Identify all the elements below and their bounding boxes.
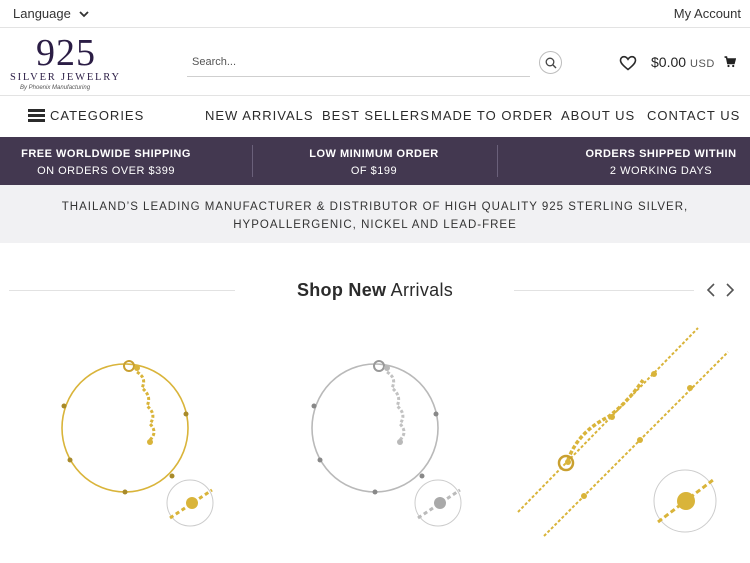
promo-shipping-detail: ON ORDERS OVER $399 <box>37 165 175 177</box>
section-title: Shop New Arrivals <box>0 280 750 301</box>
promo-bar: FREE WORLDWIDE SHIPPING ON ORDERS OVER $… <box>0 137 750 185</box>
cart-amount: $0.00 <box>651 54 687 70</box>
nav-new-arrivals[interactable]: NEW ARRIVALS <box>205 108 314 123</box>
promo-minimum-title: LOW MINIMUM ORDER <box>309 148 439 160</box>
categories-label: CATEGORIES <box>50 108 145 123</box>
cart-summary[interactable]: $0.00 USD <box>651 54 736 70</box>
nav-contact-us[interactable]: CONTACT US <box>647 108 740 123</box>
promo-divider <box>252 145 253 177</box>
search-bar <box>187 50 530 77</box>
promo-dispatch: ORDERS SHIPPED WITHIN 2 WORKING DAYS <box>578 146 744 180</box>
tagline: THAILAND’S LEADING MANUFACTURER & DISTRI… <box>0 185 750 243</box>
section-title-normal: Arrivals <box>390 280 454 300</box>
gold-bracelet-image <box>61 360 214 527</box>
promo-minimum: LOW MINIMUM ORDER OF $199 <box>274 146 474 180</box>
my-account-link[interactable]: My Account <box>674 6 741 21</box>
promo-divider <box>497 145 498 177</box>
nav-best-sellers[interactable]: BEST SELLERS <box>322 108 430 123</box>
search-icon <box>545 57 556 68</box>
product-card-gold-bracelet[interactable] <box>12 322 242 542</box>
cart-currency: USD <box>690 58 715 70</box>
language-selector[interactable]: Language <box>13 6 89 21</box>
nav-made-to-order[interactable]: MADE TO ORDER <box>431 108 553 123</box>
promo-dispatch-detail: 2 WORKING DAYS <box>609 165 713 177</box>
heart-icon[interactable] <box>619 55 637 71</box>
gold-chain-image <box>517 327 729 537</box>
nav-about-us[interactable]: ABOUT US <box>561 108 635 123</box>
product-card-silver-bracelet[interactable] <box>260 322 490 542</box>
carousel-prev-icon[interactable] <box>704 282 718 298</box>
section-title-bold: Shop New <box>296 280 387 300</box>
menu-icon <box>28 109 45 122</box>
logo-subtitle: SILVER JEWELRY <box>10 72 121 83</box>
promo-dispatch-title: ORDERS SHIPPED WITHIN <box>585 148 737 160</box>
promo-shipping-title: FREE WORLDWIDE SHIPPING <box>21 148 191 160</box>
promo-minimum-detail: OF $199 <box>350 165 398 177</box>
top-bar: Language My Account <box>0 0 750 28</box>
logo-number: 925 <box>36 32 96 74</box>
chevron-down-icon <box>79 10 89 17</box>
product-card-gold-chain[interactable] <box>508 322 738 542</box>
logo[interactable]: 925 SILVER JEWELRY By Phoenix Manufactur… <box>10 34 130 92</box>
language-label: Language <box>13 6 71 21</box>
promo-shipping: FREE WORLDWIDE SHIPPING ON ORDERS OVER $… <box>10 146 202 180</box>
carousel-next-icon[interactable] <box>723 282 737 298</box>
silver-bracelet-image <box>311 360 462 527</box>
cart-icon <box>724 56 736 68</box>
main-nav: CATEGORIES NEW ARRIVALS BEST SELLERS MAD… <box>0 97 750 137</box>
search-input[interactable] <box>187 50 530 74</box>
header: 925 SILVER JEWELRY By Phoenix Manufactur… <box>0 29 750 96</box>
categories-menu[interactable]: CATEGORIES <box>28 108 144 123</box>
search-button[interactable] <box>539 51 562 74</box>
logo-by-line: By Phoenix Manufacturing <box>20 85 91 91</box>
